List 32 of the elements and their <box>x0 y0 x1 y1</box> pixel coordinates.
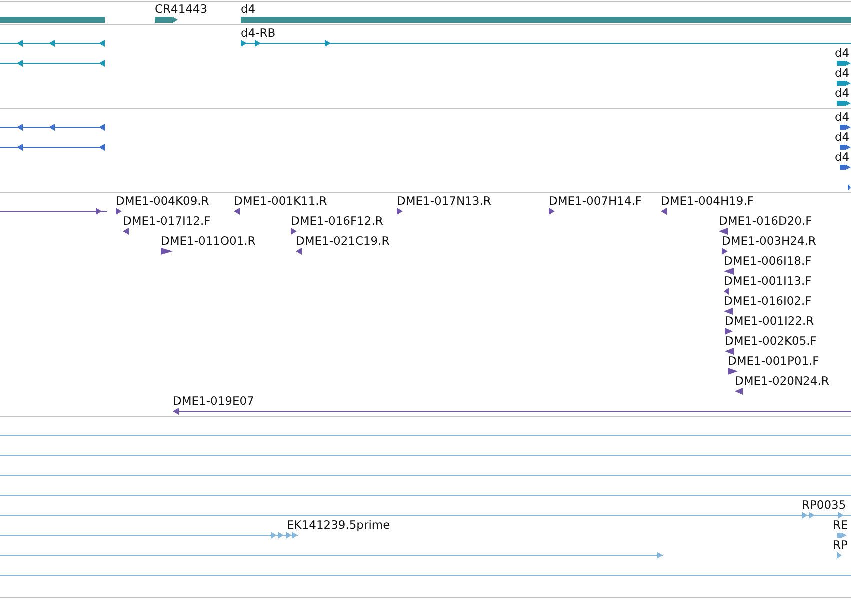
feature-label: EK141239.5prime <box>287 518 390 532</box>
feature-label: RE <box>833 518 848 532</box>
feature-label: DME1-001K11.R <box>234 194 328 208</box>
feature-label: DME1-001P01.F <box>728 354 820 368</box>
feature-label: RP <box>833 538 848 552</box>
feature-label: DME1-019E07 <box>173 394 254 408</box>
feature-label: DME1-016D20.F <box>719 214 812 228</box>
feature-label: DME1-001I22.R <box>725 314 814 328</box>
feature-label: DME1-017N13.R <box>397 194 492 208</box>
feature-label: d4 <box>835 46 850 60</box>
feature-label: DME1-004H19.F <box>661 194 754 208</box>
feature-label: d4 <box>241 2 256 16</box>
feature-label: DME1-020N24.R <box>735 374 830 388</box>
feature-label: DME1-007H14.F <box>549 194 642 208</box>
feature-label: DME1-001I13.F <box>724 274 812 288</box>
feature-label: d4 <box>835 86 850 100</box>
feature-label: DME1-016F12.R <box>291 214 384 228</box>
feature-label: DME1-021C19.R <box>296 234 390 248</box>
feature-label: DME1-016I02.F <box>724 294 812 308</box>
feature-label: d4 <box>835 110 850 124</box>
feature-label: CR41443 <box>155 2 208 16</box>
feature-label: DME1-017I12.F <box>123 214 211 228</box>
feature-label: RP0035 <box>802 498 846 512</box>
feature-label: d4-RB <box>241 26 276 40</box>
feature-label: DME1-011O01.R <box>161 234 256 248</box>
feature-label: DME1-002K05.F <box>725 334 817 348</box>
feature-label: DME1-004K09.R <box>116 194 210 208</box>
feature-label: DME1-006I18.F <box>724 254 812 268</box>
feature-label: d4 <box>835 150 850 164</box>
feature-label: d4 <box>835 130 850 144</box>
feature-label: DME1-003H24.R <box>722 234 816 248</box>
feature-label: d4 <box>835 66 850 80</box>
